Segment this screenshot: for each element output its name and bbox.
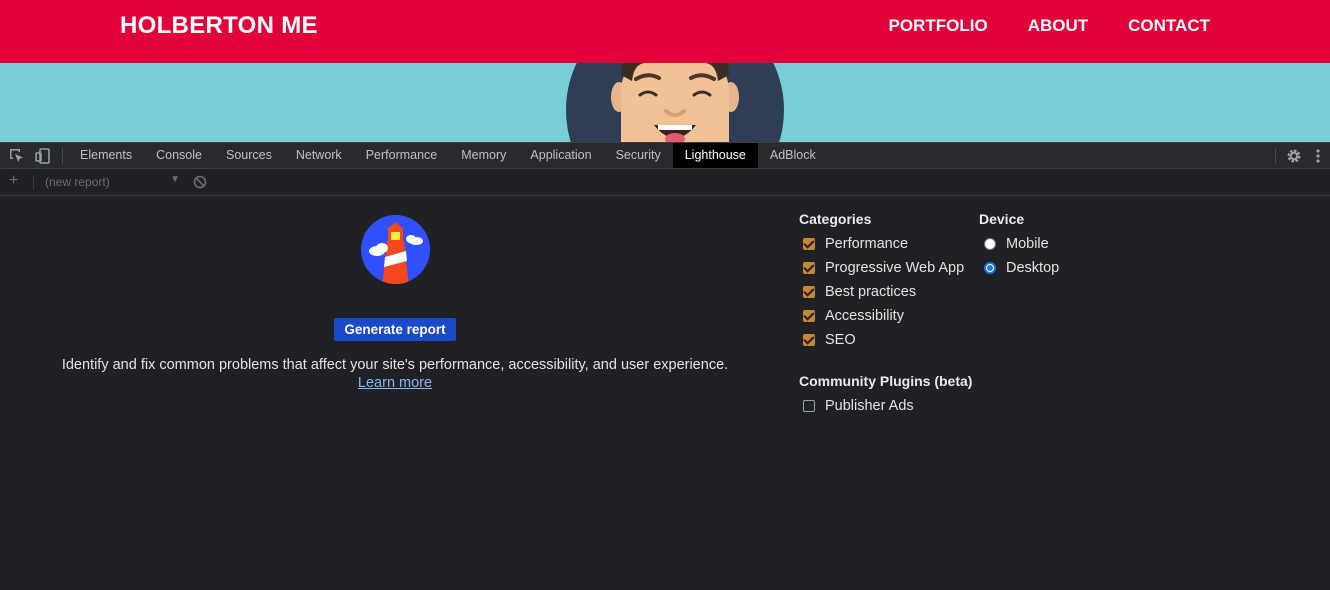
generate-report-button[interactable]: Generate report: [334, 318, 456, 341]
device-label: Desktop: [1006, 260, 1060, 276]
inspect-element-icon[interactable]: [8, 147, 26, 165]
checkbox-checked[interactable]: [803, 334, 815, 346]
category-pwa[interactable]: Progressive Web App: [803, 259, 964, 277]
category-performance[interactable]: Performance: [803, 235, 908, 253]
checkbox-checked[interactable]: [803, 310, 815, 322]
category-label: Best practices: [825, 284, 917, 300]
tab-adblock[interactable]: AdBlock: [758, 143, 828, 168]
learn-more-row: Learn more: [0, 374, 790, 392]
category-accessibility[interactable]: Accessibility: [803, 307, 904, 325]
tab-sources[interactable]: Sources: [214, 143, 284, 168]
plugin-publisher-ads[interactable]: Publisher Ads: [803, 397, 914, 415]
category-seo[interactable]: SEO: [803, 331, 856, 349]
tab-elements[interactable]: Elements: [68, 143, 144, 168]
checkbox-unchecked[interactable]: [803, 400, 815, 412]
add-icon[interactable]: +: [9, 172, 18, 190]
category-label: Accessibility: [825, 308, 904, 324]
checkbox-checked[interactable]: [803, 286, 815, 298]
report-select-value: (new report): [45, 175, 110, 189]
toolbar-divider: [1275, 148, 1276, 164]
toolbar-divider: [62, 148, 63, 164]
tab-memory[interactable]: Memory: [449, 143, 518, 168]
toolbar-divider: [33, 175, 34, 190]
avatar-face-illustration: [611, 63, 739, 142]
device-desktop[interactable]: Desktop: [984, 259, 1059, 277]
lighthouse-description: Identify and fix common problems that af…: [61, 357, 729, 373]
tab-network[interactable]: Network: [284, 143, 354, 168]
tab-performance[interactable]: Performance: [354, 143, 450, 168]
checkbox-checked[interactable]: [803, 262, 815, 274]
devtools-tabbar: Elements Console Sources Network Perform…: [0, 142, 1330, 169]
settings-gear-icon[interactable]: [1285, 147, 1303, 165]
tab-lighthouse[interactable]: Lighthouse: [672, 143, 758, 168]
device-toolbar-icon[interactable]: [34, 147, 52, 165]
device-mobile[interactable]: Mobile: [984, 235, 1049, 253]
devtools-tab-list: Elements Console Sources Network Perform…: [68, 143, 828, 168]
clear-icon[interactable]: [193, 175, 207, 189]
categories-title: Categories: [799, 211, 872, 227]
nav-contact-link[interactable]: CONTACT: [1128, 16, 1210, 36]
nav-about-link[interactable]: ABOUT: [1028, 16, 1088, 36]
tab-application[interactable]: Application: [518, 143, 603, 168]
learn-more-link[interactable]: Learn more: [358, 375, 432, 391]
device-label: Mobile: [1006, 236, 1049, 252]
category-label: Performance: [825, 236, 909, 252]
radio-selected[interactable]: [984, 262, 996, 274]
more-vertical-icon[interactable]: [1313, 147, 1323, 165]
plugins-title: Community Plugins (beta): [799, 373, 973, 389]
category-label: SEO: [825, 332, 856, 348]
dropdown-arrow-icon: ▼: [170, 174, 180, 185]
tab-console[interactable]: Console: [144, 143, 214, 168]
device-title: Device: [979, 211, 1025, 227]
lighthouse-toolbar: + (new report) ▼: [0, 169, 1330, 196]
hero-banner: [0, 63, 1330, 142]
site-header: HOLBERTON ME PORTFOLIO ABOUT CONTACT: [0, 0, 1330, 63]
nav-portfolio-link[interactable]: PORTFOLIO: [889, 16, 988, 36]
plugin-label: Publisher Ads: [825, 398, 914, 414]
checkbox-checked[interactable]: [803, 238, 815, 250]
report-select[interactable]: (new report) ▼: [45, 174, 180, 191]
tab-security[interactable]: Security: [604, 143, 673, 168]
category-best-practices[interactable]: Best practices: [803, 283, 916, 301]
radio-unselected[interactable]: [984, 238, 996, 250]
avatar: [566, 63, 784, 142]
lighthouse-logo-icon: [361, 215, 430, 284]
category-label: Progressive Web App: [825, 260, 965, 276]
site-nav: PORTFOLIO ABOUT CONTACT: [889, 16, 1210, 36]
site-brand[interactable]: HOLBERTON ME: [120, 12, 318, 40]
